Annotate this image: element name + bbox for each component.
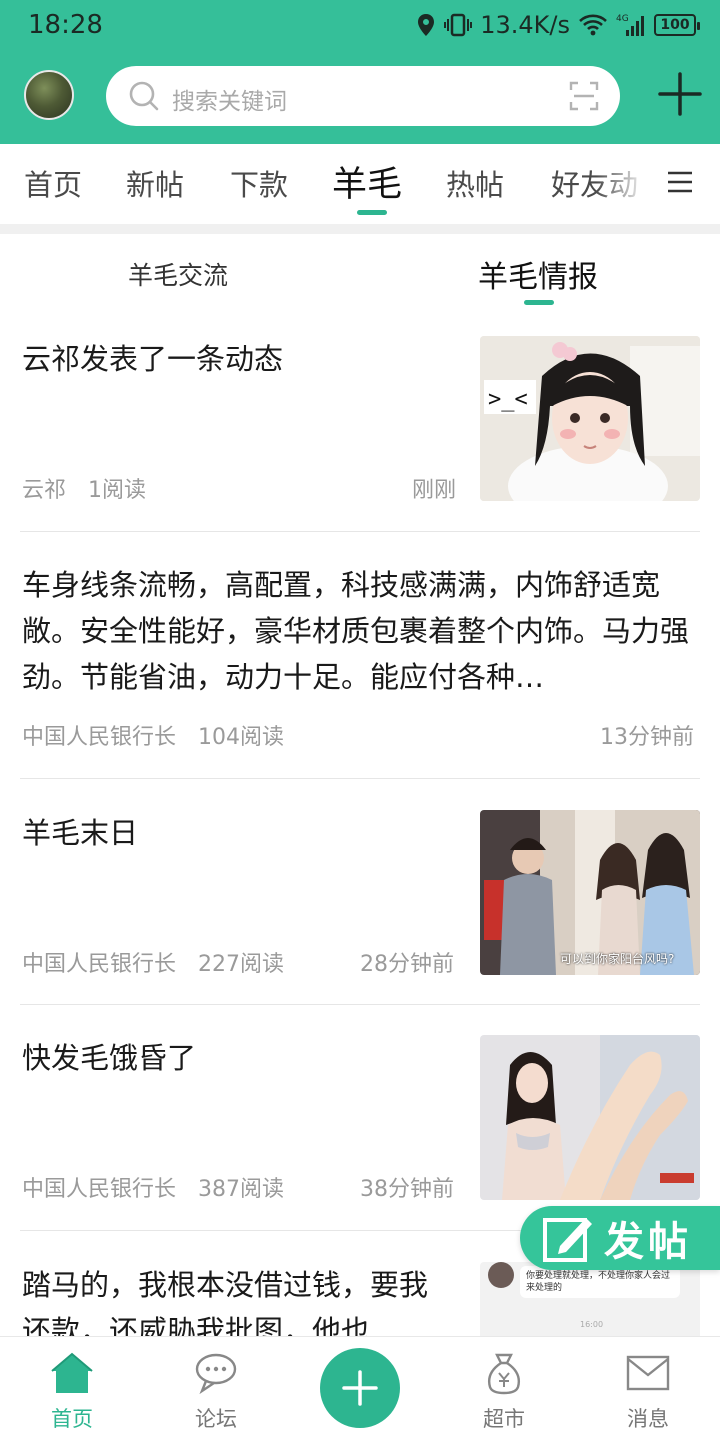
chat-time: 16:00 (580, 1320, 604, 1329)
post-title: 云祁发表了一条动态 (22, 342, 284, 376)
thumbnail-caption: 可以到你家阳台风吗? (560, 952, 675, 966)
location-icon (416, 13, 436, 37)
active-subtab-indicator (524, 300, 554, 305)
tab-fade (596, 144, 656, 220)
battery-icon: 100 (654, 14, 700, 36)
post-title: 车身线条流畅，高配置，科技感满满，内饰舒适宽敞。安全性能好，豪华材质包裹着整个内… (22, 568, 690, 694)
home-icon (51, 1352, 93, 1393)
nav-messages[interactable]: 消息 (598, 1337, 698, 1440)
post-title: 踏马的，我根本没借过钱，要我还款，还威胁我批图，他也 (22, 1268, 429, 1336)
tab-home[interactable]: 首页 (24, 162, 82, 204)
tab-hot-posts[interactable]: 热帖 (446, 162, 504, 204)
post-time: 38分钟前 (360, 1177, 454, 1202)
nav-home[interactable]: 首页 (22, 1337, 122, 1440)
post-reads: 227阅读 (198, 952, 285, 977)
post-author: 云祁 (22, 478, 67, 503)
post-author: 中国人民银行长 (22, 725, 177, 750)
network-type: 4G (616, 14, 629, 24)
signal-icon: 4G (616, 12, 646, 38)
nav-market[interactable]: 超市 (454, 1337, 554, 1440)
post-title: 羊毛末日 (22, 816, 139, 850)
tab-wool[interactable]: 羊毛 (332, 156, 402, 207)
post-meta: 中国人民银行长 387阅读 (22, 1171, 306, 1203)
post-author: 中国人民银行长 (22, 952, 177, 977)
post-meta: 中国人民银行长 104阅读 (22, 719, 306, 751)
subtab-wool-intel[interactable]: 羊毛情报 (478, 252, 598, 296)
mail-icon (626, 1355, 670, 1391)
chat-bubble: 你要处理就处理，不处理你家人会过来处理的 (520, 1266, 680, 1298)
avatar[interactable] (24, 70, 74, 120)
channel-tabs: 首页 新帖 下款 羊毛 热帖 好友动 (0, 144, 720, 224)
battery-level: 100 (660, 17, 690, 33)
post-reads: 1阅读 (88, 478, 147, 503)
new-post-button[interactable]: 发帖 (520, 1206, 720, 1270)
nav-forum-label: 论坛 (195, 1407, 237, 1431)
nav-forum[interactable]: 论坛 (166, 1337, 266, 1440)
post-thumbnail: 可以到你家阳台风吗? (480, 810, 700, 975)
wifi-icon (578, 13, 608, 37)
list-item[interactable]: 踏马的，我根本没借过钱，要我还款，还威胁我批图，他也 你要处理就处理，不处理你家… (0, 1262, 720, 1336)
network-speed: 13.4K/s (480, 11, 570, 39)
app-header: 18:28 13.4K/s 4G 100 搜索关键词 (0, 0, 720, 144)
post-time: 28分钟前 (360, 952, 454, 977)
post-title: 快发毛饿昏了 (22, 1041, 197, 1075)
nav-home-label: 首页 (51, 1407, 93, 1431)
new-post-label: 发帖 (604, 1218, 692, 1265)
tab-separator (0, 224, 720, 234)
plus-icon (342, 1370, 378, 1406)
post-author: 中国人民银行长 (22, 1177, 177, 1202)
divider (20, 778, 700, 779)
post-time: 刚刚 (412, 478, 457, 503)
add-icon[interactable] (656, 70, 704, 118)
nav-market-label: 超市 (483, 1407, 525, 1431)
active-tab-indicator (357, 210, 387, 215)
tab-new-posts[interactable]: 新帖 (126, 162, 184, 204)
scan-icon[interactable] (568, 80, 600, 112)
status-time: 18:28 (28, 10, 103, 40)
edit-icon (543, 1218, 592, 1262)
divider (20, 531, 700, 532)
post-meta: 中国人民银行长 227阅读 (22, 946, 306, 978)
vibrate-icon (444, 13, 473, 37)
post-meta: 云祁 1阅读 (22, 472, 168, 504)
svg-text:>_<: >_< (488, 387, 528, 412)
nav-messages-label: 消息 (627, 1407, 669, 1431)
chat-avatar (488, 1262, 514, 1288)
status-bar: 18:28 13.4K/s 4G 100 (0, 0, 720, 50)
status-icons: 13.4K/s 4G 100 (416, 8, 700, 42)
divider (20, 1004, 700, 1005)
search-bar[interactable]: 搜索关键词 (106, 66, 620, 126)
money-bag-icon (487, 1353, 521, 1395)
post-reads: 104阅读 (198, 725, 285, 750)
subtab-wool-exchange[interactable]: 羊毛交流 (128, 256, 228, 292)
search-icon (129, 81, 159, 111)
chat-bubble-icon (195, 1353, 237, 1395)
post-thumbnail: >_< (480, 336, 700, 501)
tab-loans[interactable]: 下款 (230, 162, 288, 204)
post-thumbnail: 你要处理就处理，不处理你家人会过来处理的 16:00 (480, 1262, 700, 1336)
post-time: 13分钟前 (600, 725, 694, 750)
post-thumbnail (480, 1035, 700, 1200)
search-input[interactable]: 搜索关键词 (172, 82, 287, 116)
menu-icon[interactable] (666, 168, 694, 196)
center-add-button[interactable] (320, 1348, 400, 1428)
post-reads: 387阅读 (198, 1177, 285, 1202)
